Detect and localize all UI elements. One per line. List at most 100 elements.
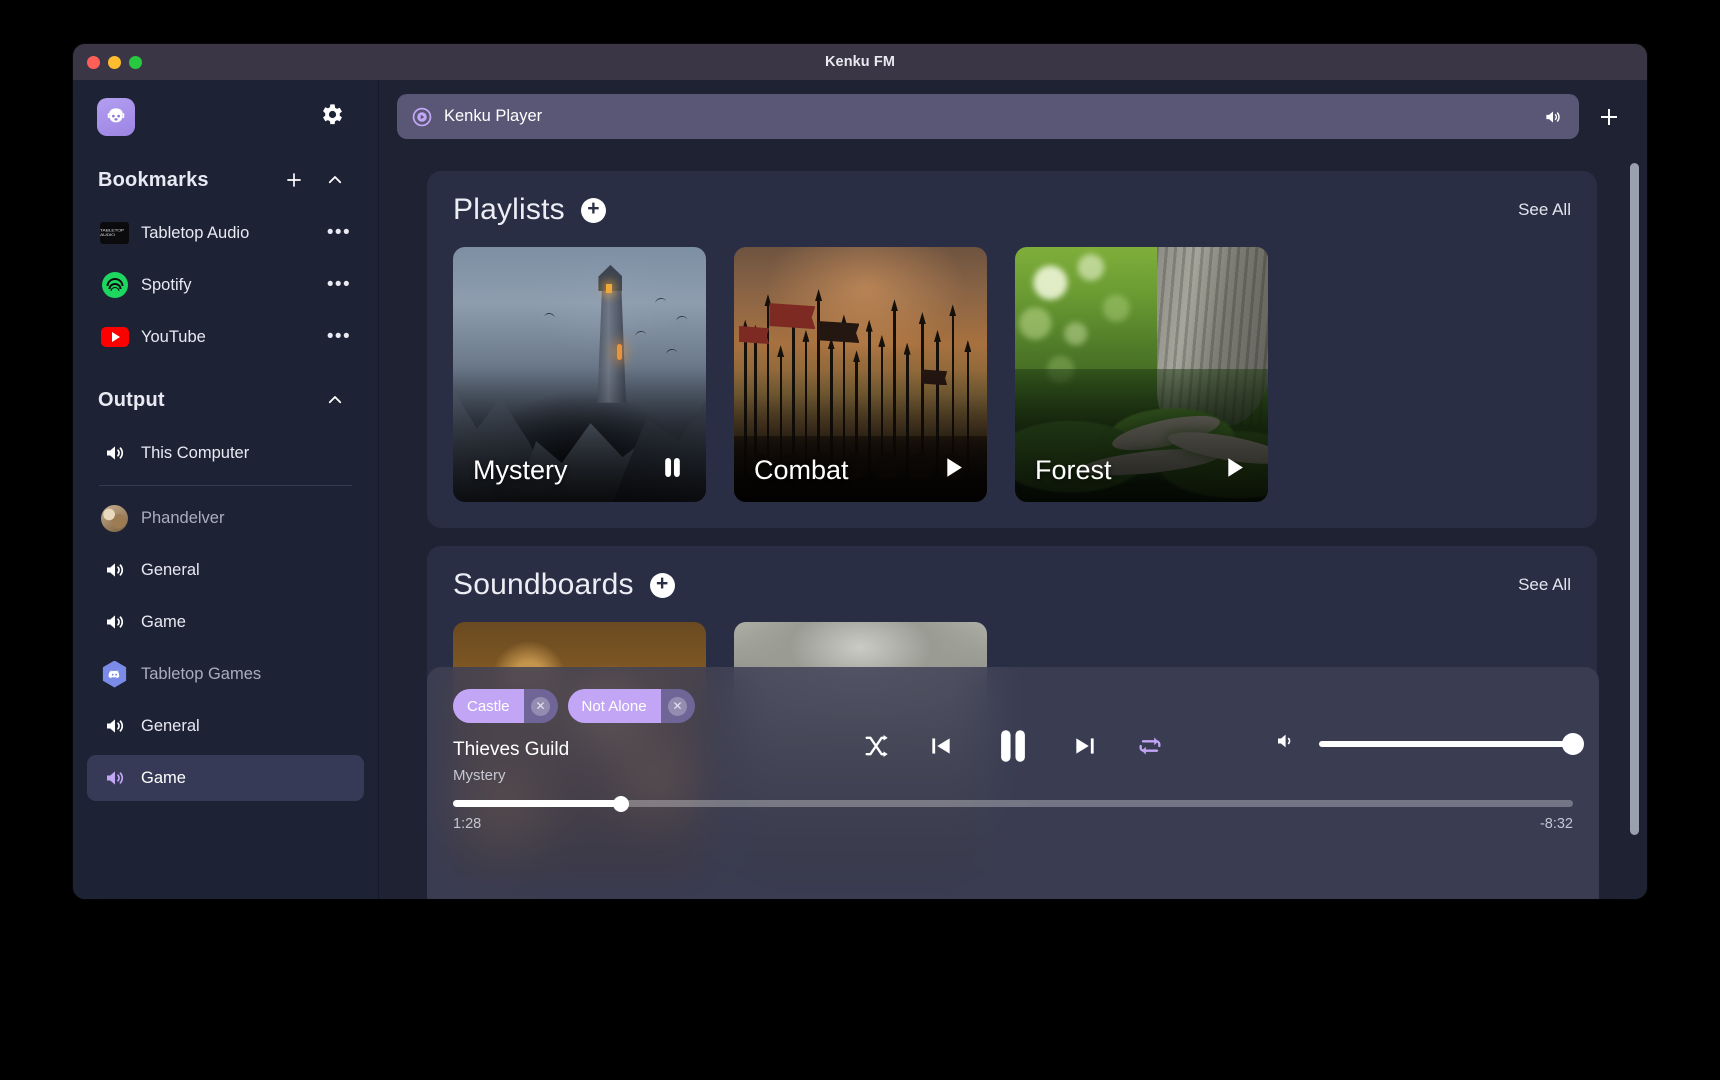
kenku-bird-icon [97, 97, 135, 136]
pause-icon[interactable] [659, 454, 686, 486]
player-seek-area: 1:28 -8:32 [453, 795, 1573, 838]
speaker-icon [100, 439, 129, 468]
bookmarks-header: Bookmarks [73, 153, 378, 207]
bookmark-menu-button[interactable]: ••• [327, 275, 351, 294]
tab-kenku-player[interactable]: Kenku Player [397, 94, 1579, 139]
close-window-button[interactable] [87, 55, 100, 69]
elapsed-time: 1:28 [453, 816, 482, 832]
vertical-scrollbar[interactable] [1630, 163, 1639, 835]
speaker-icon [100, 556, 129, 585]
play-icon[interactable] [1221, 454, 1248, 486]
window-title: Kenku FM [824, 54, 896, 70]
sidebar-item-label: Phandelver [141, 508, 225, 527]
add-playlist-button[interactable]: + [580, 197, 606, 223]
shuffle-icon[interactable] [862, 732, 890, 760]
collapse-output-button[interactable] [326, 391, 344, 409]
playlists-header: Playlists + See All [453, 193, 1571, 227]
youtube-icon [100, 323, 129, 352]
player-volume [1273, 689, 1584, 758]
sidebar-item-label: Game [141, 768, 186, 787]
tag-label: Not Alone [567, 689, 661, 723]
sidebar-item-game-1[interactable]: Game [87, 599, 364, 645]
sidebar-item-label: Spotify [141, 275, 192, 294]
repeat-icon[interactable] [1136, 732, 1164, 760]
next-track-icon[interactable] [1072, 733, 1098, 759]
sidebar-item-label: General [141, 716, 200, 735]
main-area: Kenku Player Playlists + See All Mystery… [379, 80, 1647, 899]
playlist-card-mystery[interactable]: Mystery [453, 247, 706, 502]
sidebar-item-youtube[interactable]: YouTube ••• [87, 314, 364, 360]
pause-icon[interactable] [992, 725, 1034, 767]
speaker-icon [100, 712, 129, 741]
playlist-card-forest[interactable]: Forest [1015, 247, 1268, 502]
add-soundboard-button[interactable]: + [649, 572, 675, 598]
player-bar: Castle ✕ Not Alone ✕ Thieves Guild Myste… [427, 667, 1599, 899]
player-track-subtitle: Mystery [453, 767, 506, 784]
sidebar-item-label: Tabletop Games [141, 664, 262, 683]
sidebar-divider [99, 485, 352, 486]
add-bookmark-button[interactable] [284, 170, 304, 190]
sidebar-item-game-selected[interactable]: Game [87, 755, 364, 801]
sidebar-header [73, 80, 378, 153]
close-circle-icon[interactable]: ✕ [661, 689, 695, 723]
sidebar: Bookmarks TABLETOP AUDIO Tabletop Audio … [73, 80, 379, 899]
bookmark-menu-button[interactable]: ••• [327, 223, 351, 242]
playlists-title: Playlists [453, 193, 565, 226]
playlists-panel: Playlists + See All Mystery Combat Fores… [427, 171, 1597, 528]
spotify-icon [100, 271, 129, 300]
sidebar-item-label: This Computer [141, 443, 250, 462]
player-time-labels: 1:28 -8:32 [453, 816, 1573, 832]
player-tag-list: Castle ✕ Not Alone ✕ [453, 689, 753, 723]
volume-slider[interactable] [1319, 732, 1584, 755]
playlists-card-list: Mystery Combat Forest [453, 247, 1571, 502]
window-body: Bookmarks TABLETOP AUDIO Tabletop Audio … [73, 80, 1647, 899]
soundboards-header: Soundboards + See All [453, 568, 1571, 602]
playlists-see-all-link[interactable]: See All [1518, 200, 1571, 220]
sidebar-item-general-1[interactable]: General [87, 547, 364, 593]
sidebar-item-general-2[interactable]: General [87, 703, 364, 749]
minimize-window-button[interactable] [108, 55, 121, 69]
player-tag-not-alone[interactable]: Not Alone ✕ [567, 689, 695, 723]
player-tag-castle[interactable]: Castle ✕ [453, 689, 558, 723]
titlebar: Kenku FM [73, 44, 1647, 80]
sidebar-item-spotify[interactable]: Spotify ••• [87, 262, 364, 308]
sidebar-item-phandelver[interactable]: Phandelver [87, 495, 364, 541]
sidebar-item-this-computer[interactable]: This Computer [87, 430, 364, 476]
browser-topbar: Kenku Player [379, 80, 1647, 153]
gear-icon[interactable] [319, 101, 346, 133]
speaker-icon[interactable] [1273, 729, 1297, 758]
sidebar-item-label: General [141, 560, 200, 579]
seek-slider[interactable] [453, 795, 1573, 812]
player-track-title: Thieves Guild [453, 739, 570, 760]
output-title: Output [98, 388, 165, 411]
sidebar-item-label: YouTube [141, 327, 206, 346]
play-icon[interactable] [940, 454, 967, 486]
sidebar-item-tabletop-games[interactable]: Tabletop Games [87, 651, 364, 697]
maximize-window-button[interactable] [129, 55, 142, 69]
output-header: Output [73, 373, 378, 427]
player-transport-controls [753, 689, 1273, 767]
speaker-icon [100, 764, 129, 793]
previous-track-icon[interactable] [928, 733, 954, 759]
speaker-icon [100, 608, 129, 637]
soundboards-title: Soundboards [453, 568, 634, 601]
playlist-name: Combat [754, 454, 849, 485]
bookmarks-title: Bookmarks [98, 168, 209, 191]
remaining-time: -8:32 [1539, 816, 1573, 832]
add-tab-button[interactable] [1593, 101, 1625, 133]
collapse-bookmarks-button[interactable] [326, 171, 344, 189]
soundboards-see-all-link[interactable]: See All [1518, 575, 1571, 595]
player-track-info: Castle ✕ Not Alone ✕ Thieves Guild Myste… [453, 689, 753, 784]
sidebar-item-label: Tabletop Audio [141, 223, 250, 242]
bookmark-menu-button[interactable]: ••• [327, 327, 351, 346]
playlist-card-combat[interactable]: Combat [734, 247, 987, 502]
playlist-name: Forest [1035, 454, 1112, 485]
sidebar-item-tabletop-audio[interactable]: TABLETOP AUDIO Tabletop Audio ••• [87, 210, 364, 256]
tab-mute-button[interactable] [1543, 107, 1563, 127]
sidebar-item-label: Game [141, 612, 186, 631]
close-circle-icon[interactable]: ✕ [524, 689, 558, 723]
window-controls [87, 44, 142, 80]
tab-label: Kenku Player [444, 107, 543, 125]
tag-label: Castle [453, 689, 524, 723]
avatar-icon [100, 504, 129, 533]
